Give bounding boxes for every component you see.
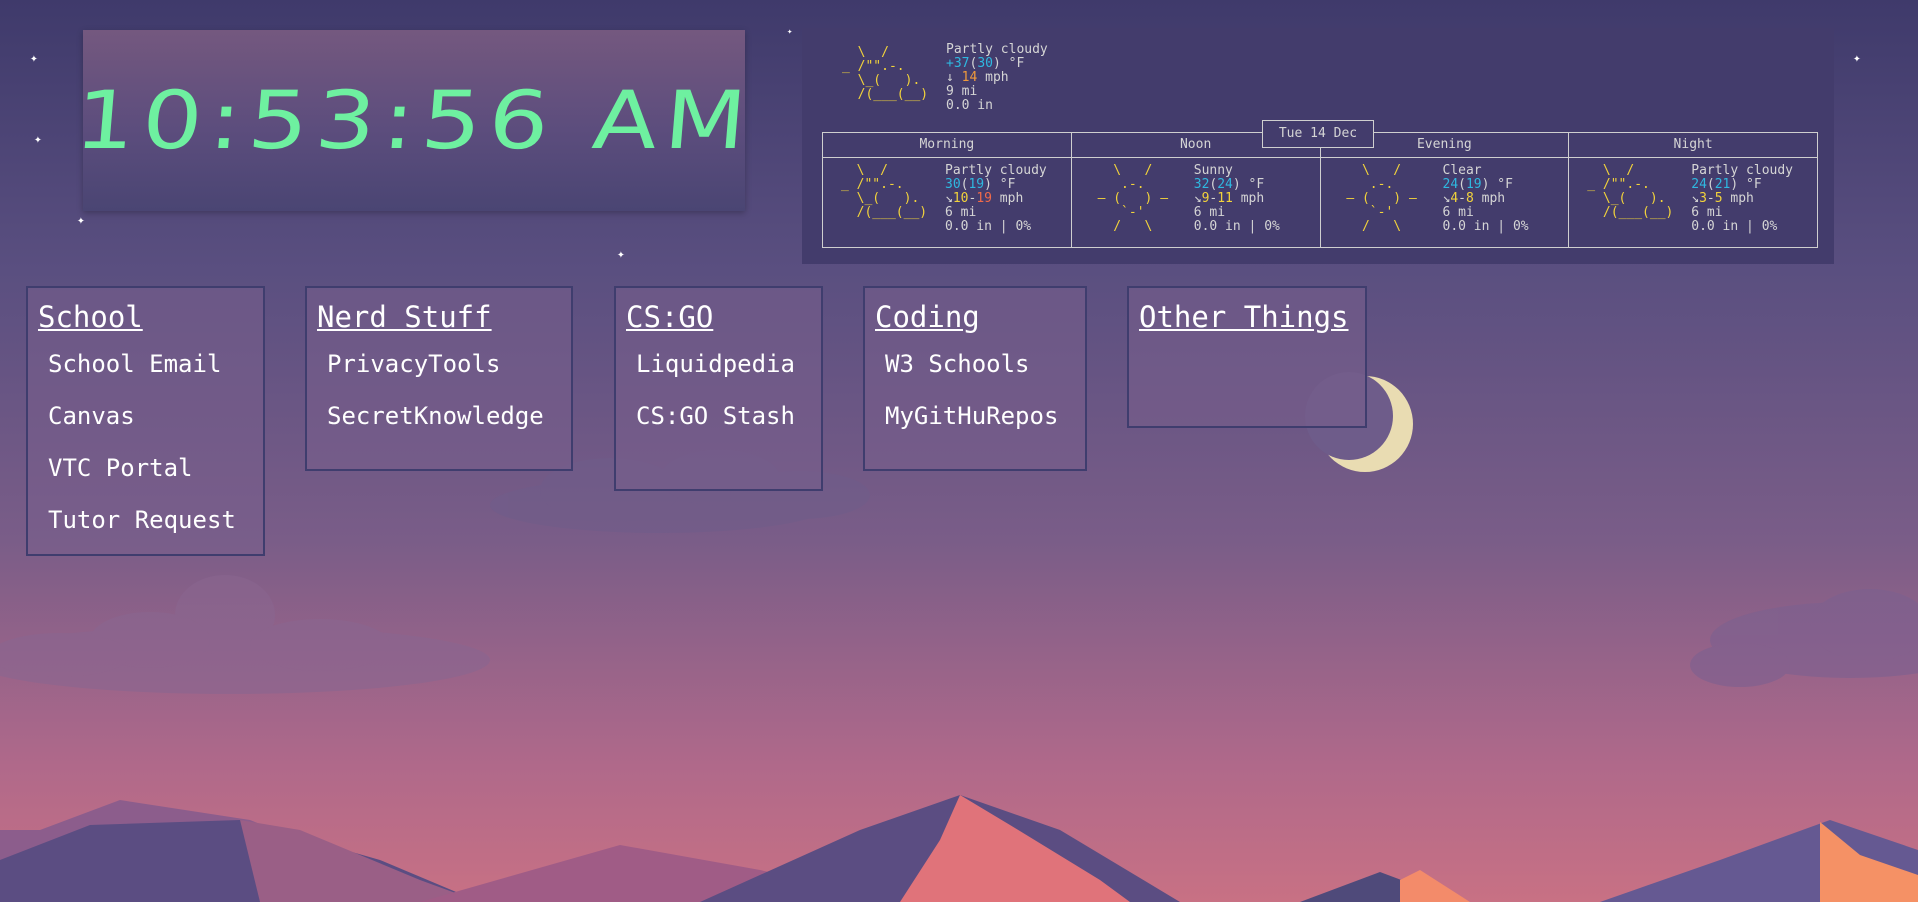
forecast-wind-min: 3 bbox=[1699, 191, 1707, 206]
forecast-visibility: 6 mi bbox=[1442, 205, 1474, 220]
bookmark-link[interactable]: PrivacyTools bbox=[327, 350, 544, 402]
current-condition: Partly cloudy bbox=[946, 42, 1048, 57]
bookmark-group-title: School bbox=[38, 300, 143, 334]
bookmark-link[interactable]: School Email bbox=[48, 350, 236, 402]
forecast-visibility: 6 mi bbox=[1193, 205, 1226, 220]
current-temp-feel: 30 bbox=[977, 56, 993, 71]
star-icon: ✦ bbox=[30, 51, 38, 66]
current-temp-unit: °F bbox=[1008, 56, 1025, 71]
forecast-period: \ / .-. ― ( ) ― `-' / \ Sunny 32(24) °F ↘… bbox=[1072, 158, 1321, 247]
wind-arrow-icon: ↘ bbox=[1193, 191, 1202, 206]
wind-arrow-icon: ↓ bbox=[946, 70, 954, 85]
forecast-wind-min: 4 bbox=[1450, 191, 1459, 206]
current-wind: 14 bbox=[961, 70, 978, 85]
forecast-wind-max: 19 bbox=[976, 191, 992, 206]
clock-panel: 10:53:56 AM bbox=[71, 30, 757, 211]
bookmark-links: School Email Canvas VTC Portal Tutor Reques… bbox=[48, 350, 236, 558]
bookmark-link[interactable]: Canvas bbox=[48, 402, 236, 454]
forecast-details: Partly cloudy 24(21) °F ↘3-5 mph 6 mi 0.… bbox=[1691, 163, 1793, 234]
weather-condition-icon: \ / _ /"".-. \_( ). /(___(__) bbox=[1587, 163, 1674, 220]
forecast-details: Partly cloudy 30(19) °F ↘10-19 mph 6 mi … bbox=[945, 163, 1047, 234]
forecast-condition: Partly cloudy bbox=[945, 163, 1047, 178]
forecast-date: Tue 14 Dec bbox=[1262, 120, 1374, 148]
forecast-condition: Partly cloudy bbox=[1691, 163, 1793, 178]
forecast-details: Sunny 32(24) °F ↘9-11 mph 6 mi 0.0 in | … bbox=[1193, 163, 1280, 234]
weather-condition-icon: \ / .-. ― ( ) ― `-' / \ bbox=[1097, 163, 1169, 234]
current-wind-unit: mph bbox=[985, 70, 1009, 85]
forecast-precip: 0.0 in | 0% bbox=[1193, 219, 1280, 234]
forecast-precip: 0.0 in | 0% bbox=[1442, 219, 1529, 234]
bookmark-links: Liquidpedia CS:GO Stash bbox=[636, 350, 795, 454]
weather-condition-icon: \ / .-. ― ( ) ― `-' / \ bbox=[1346, 163, 1417, 234]
bookmark-link[interactable]: VTC Portal bbox=[48, 454, 236, 506]
forecast-period: \ / _ /"".-. \_( ). /(___(__) Partly clou… bbox=[823, 158, 1072, 247]
bookmark-group-school: School School Email Canvas VTC Portal Tutor … bbox=[26, 286, 265, 556]
forecast-wind-max: 8 bbox=[1465, 191, 1474, 206]
bookmark-group-title: CS:GO bbox=[626, 300, 714, 334]
forecast-wind-min: 9 bbox=[1201, 191, 1210, 206]
forecast-temp: 30 bbox=[945, 177, 961, 192]
bookmark-links: W3 Schools MyGitHuRepos bbox=[885, 350, 1058, 454]
wind-arrow-icon: ↘ bbox=[1691, 191, 1700, 206]
forecast-precip: 0.0 in | 0% bbox=[1691, 219, 1778, 234]
forecast-wind-min: 10 bbox=[952, 191, 969, 206]
star-icon: ✦ bbox=[617, 247, 625, 262]
forecast-visibility: 6 mi bbox=[945, 205, 977, 220]
star-icon: ✦ bbox=[77, 213, 85, 228]
forecast-temp: 24 bbox=[1691, 177, 1707, 192]
forecast-period-label: Morning bbox=[823, 133, 1072, 157]
forecast-precip: 0.0 in | 0% bbox=[945, 219, 1032, 234]
current-weather-details: Partly cloudy +37(30) °F ↓ 14 mph 9 mi 0… bbox=[946, 42, 1048, 113]
forecast-period-label: Night bbox=[1673, 137, 1713, 152]
forecast-condition: Sunny bbox=[1193, 163, 1233, 178]
forecast-date-label: Tue 14 Dec bbox=[1278, 126, 1358, 141]
bookmark-link[interactable]: Liquidpedia bbox=[636, 350, 795, 402]
star-icon: ✦ bbox=[787, 27, 793, 37]
forecast-temp: 32 bbox=[1193, 177, 1210, 192]
star-icon: ✦ bbox=[1853, 51, 1861, 66]
forecast-wind-max: 11 bbox=[1217, 191, 1233, 206]
bookmark-link[interactable]: CS:GO Stash bbox=[636, 402, 795, 454]
forecast-temp: 24 bbox=[1442, 177, 1459, 192]
bookmark-links: PrivacyTools SecretKnowledge bbox=[327, 350, 544, 454]
bookmark-group-title: Nerd Stuff bbox=[317, 300, 492, 334]
current-temp: +37 bbox=[946, 56, 970, 71]
bookmark-link[interactable]: W3 Schools bbox=[885, 350, 1058, 402]
forecast-details: Clear 24(19) °F ↘4-8 mph 6 mi 0.0 in | 0… bbox=[1442, 163, 1529, 234]
bookmark-group-title: Coding bbox=[875, 300, 980, 334]
bookmark-link[interactable]: SecretKnowledge bbox=[327, 402, 544, 454]
bookmark-link[interactable]: MyGitHuRepos bbox=[885, 402, 1058, 454]
bookmark-group-cs-go: CS:GO Liquidpedia CS:GO Stash bbox=[614, 286, 823, 491]
bookmark-group-other-things: Other Things bbox=[1127, 286, 1367, 428]
forecast-period: \ / .-. ― ( ) ― `-' / \ Clear 24(19) °F ↘… bbox=[1321, 158, 1570, 247]
clock-time: 10:53:56 AM bbox=[71, 74, 757, 167]
forecast-temp-feel: 19 bbox=[968, 177, 985, 192]
current-visibility: 9 mi bbox=[946, 84, 978, 99]
star-icon: ✦ bbox=[34, 132, 42, 147]
forecast-temp-feel: 24 bbox=[1217, 177, 1233, 192]
forecast-condition: Clear bbox=[1442, 163, 1482, 178]
current-precip: 0.0 in bbox=[946, 98, 993, 113]
forecast-visibility: 6 mi bbox=[1691, 205, 1723, 220]
forecast-body: \ / _ /"".-. \_( ). /(___(__) Partly clou… bbox=[823, 158, 1817, 247]
forecast-temp-feel: 21 bbox=[1714, 177, 1731, 192]
forecast-table: Morning Noon Evening Night \ / _ /"".-. \_(… bbox=[822, 132, 1818, 248]
bookmark-group-nerd-stuff: Nerd Stuff PrivacyTools SecretKnowledge bbox=[305, 286, 573, 471]
forecast-period: \ / _ /"".-. \_( ). /(___(__) Partly clou… bbox=[1569, 158, 1817, 247]
current-weather-icon: \ / _ /"".-. \_( ). /(___(__) bbox=[842, 45, 929, 102]
forecast-wind-max: 5 bbox=[1714, 191, 1723, 206]
wind-arrow-icon: ↘ bbox=[945, 191, 953, 206]
bookmark-link[interactable]: Tutor Request bbox=[48, 506, 236, 558]
forecast-temp-feel: 19 bbox=[1465, 177, 1482, 192]
weather-condition-icon: \ / _ /"".-. \_( ). /(___(__) bbox=[841, 163, 928, 220]
weather-widget: \ / _ /"".-. \_( ). /(___(__) Partly clo… bbox=[802, 28, 1834, 264]
bookmark-group-coding: Coding W3 Schools MyGitHuRepos bbox=[863, 286, 1087, 471]
bookmark-group-title: Other Things bbox=[1139, 300, 1349, 334]
